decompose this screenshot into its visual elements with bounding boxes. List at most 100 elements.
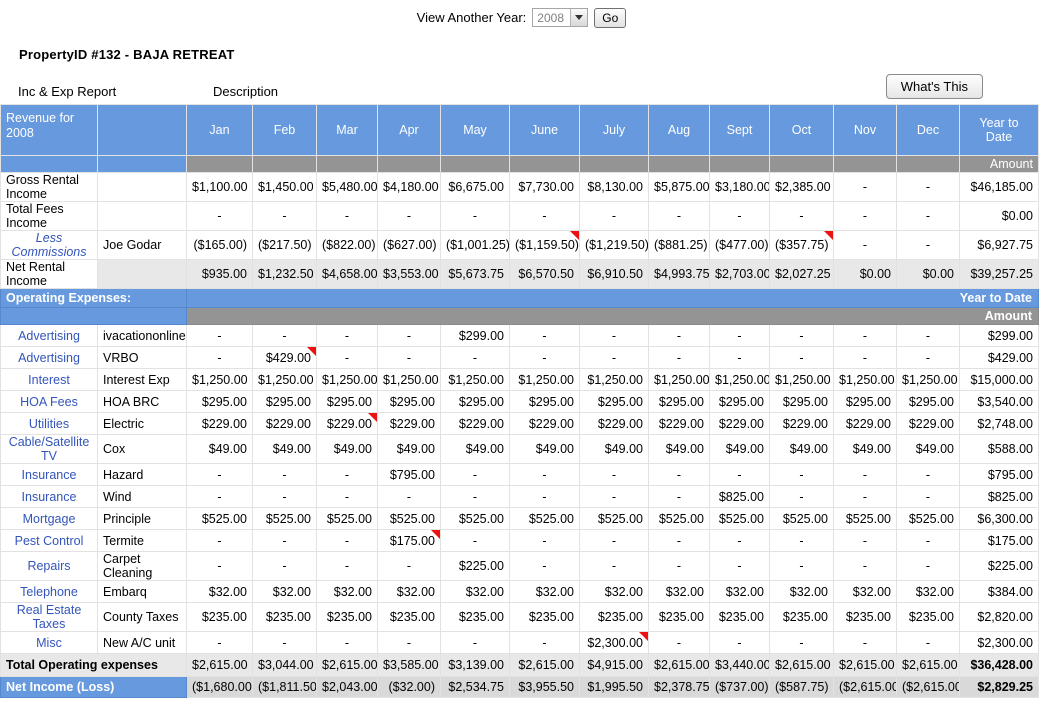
value-cell-sept: $1,250.00 — [709, 368, 770, 391]
subheader-blank-jan — [186, 155, 253, 173]
value-cell-sept: $49.00 — [709, 434, 770, 464]
row-description: ivacationonline — [97, 324, 187, 347]
row-label-link[interactable]: Advertising — [0, 324, 98, 347]
value-cell-oct: $32.00 — [769, 580, 834, 603]
value-cell-oct: $2,027.25 — [769, 259, 834, 289]
row-label-link[interactable]: Telephone — [0, 580, 98, 603]
value-cell-june: - — [509, 346, 580, 369]
year-to-date-amount: $6,300.00 — [959, 507, 1039, 530]
value-cell-may: - — [440, 631, 510, 654]
header-month-feb: Feb — [252, 104, 317, 156]
value-cell-july: - — [579, 324, 649, 347]
comment-marker-icon[interactable] — [368, 413, 377, 422]
table-row: Gross Rental Income $1,100.00 $1,450.00 $5,… — [0, 172, 1039, 202]
value-cell-dec: - — [896, 463, 960, 486]
comment-marker-icon[interactable] — [639, 632, 648, 641]
value-cell-dec: - — [896, 485, 960, 508]
comment-marker-icon[interactable] — [824, 231, 833, 240]
row-description: HOA BRC — [97, 390, 187, 413]
row-label: Net Rental Income — [0, 259, 98, 289]
row-label-link[interactable]: Interest — [0, 368, 98, 391]
value-cell-nov: $525.00 — [833, 507, 897, 530]
row-label-link[interactable]: Misc — [0, 631, 98, 654]
value-cell-sept: - — [709, 201, 770, 231]
value-cell-jan: - — [186, 485, 253, 508]
value-cell-apr: $3,553.00 — [377, 259, 441, 289]
value-cell-may: $295.00 — [440, 390, 510, 413]
value-cell-july: $525.00 — [579, 507, 649, 530]
year-to-date-amount: $795.00 — [959, 463, 1039, 486]
year-to-date-amount: $2,820.00 — [959, 602, 1039, 632]
comment-marker-icon[interactable] — [307, 347, 316, 356]
value-cell-july: $32.00 — [579, 580, 649, 603]
row-label-link[interactable]: Repairs — [0, 551, 98, 581]
comment-marker-icon[interactable] — [431, 530, 440, 539]
value-cell-nov: $49.00 — [833, 434, 897, 464]
value-cell-june: $2,615.00 — [509, 653, 580, 677]
report-type-label: Inc & Exp Report — [18, 84, 117, 99]
value-cell-july: $4,915.00 — [579, 653, 649, 677]
value-cell-june: $235.00 — [509, 602, 580, 632]
whats-this-button[interactable]: What's This — [885, 74, 983, 99]
subheader-blank-apr — [377, 155, 441, 173]
value-cell-may: $49.00 — [440, 434, 510, 464]
row-label-link[interactable]: Mortgage — [0, 507, 98, 530]
value-cell-sept: $32.00 — [709, 580, 770, 603]
value-cell-aug: - — [648, 551, 710, 581]
year-to-date-amount: $175.00 — [959, 529, 1039, 552]
subheader-blank-mar — [316, 155, 378, 173]
value-cell-jan: - — [186, 463, 253, 486]
value-cell-sept: - — [709, 346, 770, 369]
value-cell-oct: $525.00 — [769, 507, 834, 530]
value-cell-nov: - — [833, 631, 897, 654]
year-select[interactable]: 2008 — [532, 8, 589, 27]
value-cell-dec: - — [896, 172, 960, 202]
value-cell-july: $1,995.50 — [579, 676, 649, 698]
row-label-link[interactable]: Cable/Satellite TV — [0, 434, 98, 464]
value-cell-dec: - — [896, 201, 960, 231]
year-to-date-amount: $2,748.00 — [959, 412, 1039, 435]
value-cell-mar: - — [316, 324, 378, 347]
value-cell-jan: - — [186, 324, 253, 347]
value-cell-july: $1,250.00 — [579, 368, 649, 391]
row-label-link[interactable]: Real Estate Taxes — [0, 602, 98, 632]
value-cell-feb: ($1,811.50) — [252, 676, 317, 698]
value-cell-dec: $49.00 — [896, 434, 960, 464]
value-cell-may: $229.00 — [440, 412, 510, 435]
value-cell-may: $1,250.00 — [440, 368, 510, 391]
row-label-link[interactable]: Utilities — [0, 412, 98, 435]
value-cell-mar: ($822.00) — [316, 230, 378, 260]
table-row: Less Commissions Joe Godar ($165.00) ($217.… — [0, 230, 1039, 260]
amount-subheader-row: Amount — [0, 155, 1039, 173]
value-cell-july: ($1,219.50) — [579, 230, 649, 260]
row-label-link[interactable]: Pest Control — [0, 529, 98, 552]
value-cell-oct: $2,385.00 — [769, 172, 834, 202]
operating-expenses-header-row: Operating Expenses: Year to Date — [0, 288, 1039, 308]
subheader-amount: Amount — [959, 155, 1039, 173]
header-month-june: June — [509, 104, 580, 156]
row-label-link[interactable]: HOA Fees — [0, 390, 98, 413]
year-to-date-amount: $2,829.25 — [959, 676, 1039, 698]
value-cell-may: ($1,001.25) — [440, 230, 510, 260]
value-cell-sept: ($737.00) — [709, 676, 770, 698]
value-cell-apr: - — [377, 201, 441, 231]
value-cell-june: $525.00 — [509, 507, 580, 530]
row-label-link[interactable]: Insurance — [0, 463, 98, 486]
value-cell-feb: $429.00 — [252, 346, 317, 369]
header-month-nov: Nov — [833, 104, 897, 156]
value-cell-apr: - — [377, 485, 441, 508]
value-cell-july: $295.00 — [579, 390, 649, 413]
row-label-link[interactable]: Less Commissions — [0, 230, 98, 260]
value-cell-apr: - — [377, 346, 441, 369]
value-cell-aug: - — [648, 463, 710, 486]
value-cell-aug: $229.00 — [648, 412, 710, 435]
go-button[interactable]: Go — [594, 7, 627, 28]
row-label-link[interactable]: Insurance — [0, 485, 98, 508]
value-cell-dec: $229.00 — [896, 412, 960, 435]
comment-marker-icon[interactable] — [570, 231, 579, 240]
value-cell-mar: - — [316, 463, 378, 486]
row-label-link[interactable]: Advertising — [0, 346, 98, 369]
value-cell-feb: $1,250.00 — [252, 368, 317, 391]
year-to-date-amount: $299.00 — [959, 324, 1039, 347]
row-description: Embarq — [97, 580, 187, 603]
